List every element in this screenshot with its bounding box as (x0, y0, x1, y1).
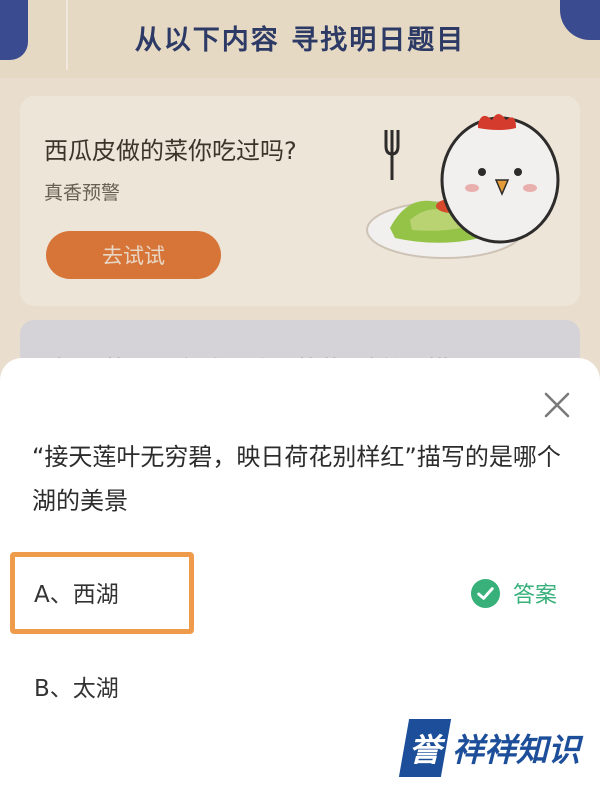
answer-label: 答案 (513, 583, 558, 608)
check-circle-icon (470, 578, 501, 608)
close-icon[interactable] (538, 386, 576, 424)
option-b[interactable]: B、太湖 (12, 650, 588, 722)
watermark-badge-text: 誉 (409, 731, 442, 769)
watermark-text: 祥祥知识 (452, 731, 581, 769)
question-text: “接天莲叶无穷碧，映日荷花别样红”描写的是哪个湖的美景 (32, 443, 561, 515)
answer-highlight-box (10, 552, 194, 634)
watermark-logo: 誉 祥祥知识 (398, 719, 581, 777)
watermark-badge: 誉 (398, 719, 452, 777)
option-b-label: B、太湖 (34, 676, 119, 702)
answer-tag: 答案 (470, 577, 557, 609)
